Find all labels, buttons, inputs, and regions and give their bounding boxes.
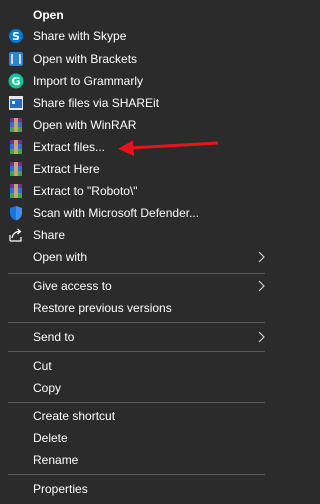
chevron-right-icon bbox=[257, 280, 265, 292]
menu-separator bbox=[8, 474, 265, 475]
menu-item-label: Cut bbox=[33, 359, 52, 373]
context-menu: Open S Share with Skype Open with Bracke… bbox=[0, 0, 273, 504]
menu-item-label: Open with bbox=[33, 250, 88, 264]
menu-item-rename[interactable]: Rename bbox=[0, 449, 273, 471]
menu-item-label: Open with Brackets bbox=[33, 52, 138, 66]
menu-item-label: Restore previous versions bbox=[33, 301, 172, 315]
chevron-right-icon bbox=[257, 251, 265, 263]
menu-item-label: Copy bbox=[33, 381, 62, 395]
menu-separator bbox=[8, 273, 265, 274]
menu-item-label: Scan with Microsoft Defender... bbox=[33, 206, 200, 220]
menu-item-copy[interactable]: Copy bbox=[0, 377, 273, 399]
menu-item-label: Properties bbox=[33, 482, 88, 496]
svg-text:S: S bbox=[12, 30, 20, 43]
menu-item-open-with[interactable]: Open with bbox=[0, 246, 273, 268]
winrar-icon bbox=[8, 117, 24, 133]
menu-item-label: Extract Here bbox=[33, 162, 100, 176]
menu-item-label: Rename bbox=[33, 453, 79, 467]
menu-item-open[interactable]: Open bbox=[0, 4, 273, 26]
shareit-icon bbox=[8, 95, 24, 111]
menu-item-extract-to-roboto[interactable]: Extract to "Roboto\" bbox=[0, 180, 273, 202]
menu-item-open-with-winrar[interactable]: Open with WinRAR bbox=[0, 114, 273, 136]
menu-item-send-to[interactable]: Send to bbox=[0, 326, 273, 348]
menu-item-share-files-via-shareit[interactable]: Share files via SHAREit bbox=[0, 92, 273, 114]
menu-item-share-with-skype[interactable]: S Share with Skype bbox=[0, 25, 273, 47]
menu-item-properties[interactable]: Properties bbox=[0, 478, 273, 500]
winrar-icon bbox=[8, 161, 24, 177]
menu-item-create-shortcut[interactable]: Create shortcut bbox=[0, 405, 273, 427]
menu-item-extract-here[interactable]: Extract Here bbox=[0, 158, 273, 180]
winrar-icon bbox=[8, 139, 24, 155]
menu-item-label: Open bbox=[33, 8, 64, 22]
menu-item-scan-with-defender[interactable]: Scan with Microsoft Defender... bbox=[0, 202, 273, 224]
menu-separator bbox=[8, 351, 265, 352]
menu-item-label: Create shortcut bbox=[33, 409, 116, 423]
menu-separator bbox=[8, 402, 265, 403]
menu-item-label: Share bbox=[33, 228, 66, 242]
menu-item-share[interactable]: Share bbox=[0, 224, 273, 246]
share-icon bbox=[8, 227, 24, 243]
menu-item-label: Delete bbox=[33, 431, 68, 445]
menu-item-label: Give access to bbox=[33, 279, 112, 293]
winrar-icon bbox=[8, 183, 24, 199]
menu-item-label: Send to bbox=[33, 330, 75, 344]
skype-icon: S bbox=[8, 28, 24, 44]
menu-item-import-to-grammarly[interactable]: G Import to Grammarly bbox=[0, 70, 273, 92]
defender-shield-icon bbox=[8, 205, 24, 221]
menu-item-label: Open with WinRAR bbox=[33, 118, 137, 132]
menu-separator bbox=[8, 322, 265, 323]
menu-item-restore-previous-versions[interactable]: Restore previous versions bbox=[0, 297, 273, 319]
menu-item-extract-files[interactable]: Extract files... bbox=[0, 136, 273, 158]
menu-item-cut[interactable]: Cut bbox=[0, 355, 273, 377]
menu-item-label: Share with Skype bbox=[33, 29, 127, 43]
menu-item-label: Share files via SHAREit bbox=[33, 96, 160, 110]
menu-item-label: Extract to "Roboto\" bbox=[33, 184, 138, 198]
menu-item-label: Import to Grammarly bbox=[33, 74, 144, 88]
menu-item-label: Extract files... bbox=[33, 140, 106, 154]
menu-item-delete[interactable]: Delete bbox=[0, 427, 273, 449]
menu-item-open-with-brackets[interactable]: Open with Brackets bbox=[0, 48, 273, 70]
grammarly-icon: G bbox=[8, 73, 24, 89]
brackets-icon bbox=[8, 51, 24, 67]
menu-item-give-access-to[interactable]: Give access to bbox=[0, 275, 273, 297]
svg-text:G: G bbox=[11, 75, 20, 88]
chevron-right-icon bbox=[257, 331, 265, 343]
